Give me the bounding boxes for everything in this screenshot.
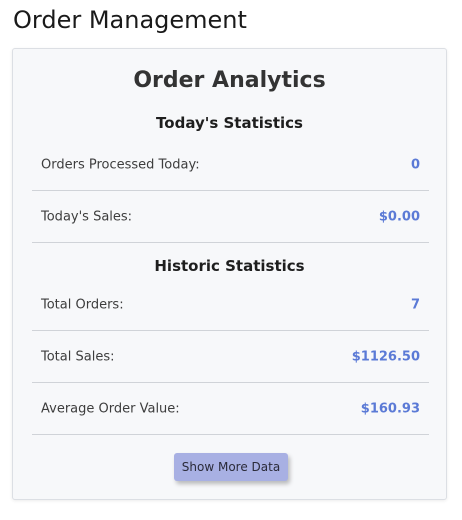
historic-statistics-heading: Historic Statistics: [154, 257, 305, 275]
stat-value: $0.00: [378, 209, 420, 224]
stat-label: Today's Sales:: [41, 209, 133, 224]
stat-row-total-orders: Total Orders: 7: [32, 279, 429, 331]
stat-value: $1126.50: [351, 349, 420, 364]
stat-row-average-order-value: Average Order Value: $160.93: [32, 383, 429, 435]
stat-row-today-sales: Today's Sales: $0.00: [32, 191, 429, 243]
today-statistics-heading: Today's Statistics: [156, 114, 303, 132]
stat-value: 0: [410, 157, 420, 172]
show-more-data-button[interactable]: Show More Data: [174, 453, 288, 481]
stat-label: Total Orders:: [41, 297, 124, 312]
stat-label: Total Sales:: [41, 349, 115, 364]
page-title: Order Management: [13, 6, 247, 34]
order-analytics-card: Order Analytics Today's Statistics Order…: [12, 48, 447, 500]
stat-label: Orders Processed Today:: [41, 157, 200, 172]
stat-label: Average Order Value:: [41, 401, 180, 416]
stat-value: 7: [410, 297, 420, 312]
stat-row-orders-today: Orders Processed Today: 0: [32, 139, 429, 191]
stat-row-total-sales: Total Sales: $1126.50: [32, 331, 429, 383]
card-title: Order Analytics: [133, 68, 326, 93]
stat-value: $160.93: [360, 401, 420, 416]
